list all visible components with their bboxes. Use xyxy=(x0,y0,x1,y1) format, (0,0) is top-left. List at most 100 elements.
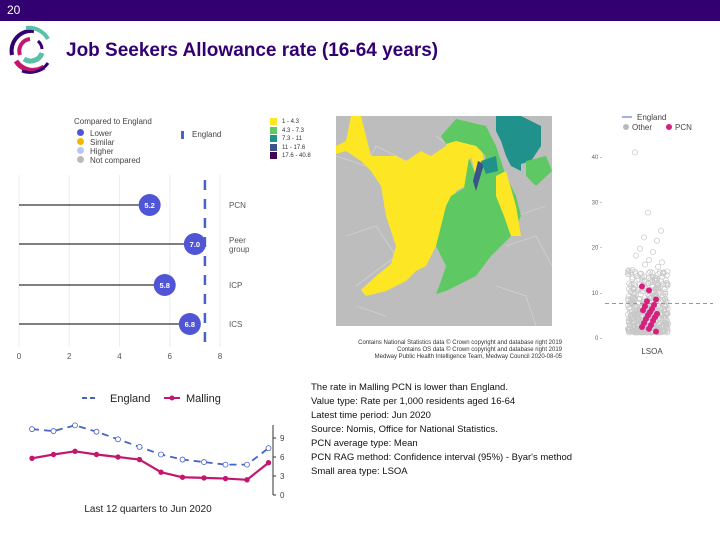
other-point xyxy=(632,149,638,156)
x-tick-label: 4 xyxy=(117,352,122,361)
series-point-malling xyxy=(50,451,57,458)
y-tick-label: 0 - xyxy=(595,336,602,342)
legend-england: England xyxy=(637,113,666,122)
chart-title: Last 12 quarters to Jun 2020 xyxy=(84,504,212,515)
series-point-malling xyxy=(136,456,143,463)
series-point-england xyxy=(115,436,121,443)
map-legend-item: 17.6 - 40.8 xyxy=(270,152,311,161)
map-legend: 1 - 4.3 4.3 - 7.3 7.3 - 11 11 - 17.6 17.6 - … xyxy=(270,118,311,161)
series-point-malling xyxy=(201,475,207,481)
series-point-england xyxy=(265,445,272,452)
series-point-malling xyxy=(179,474,186,480)
legend-label: England xyxy=(192,130,222,139)
credit-line: Medway Public Health Intelligence Team, … xyxy=(374,354,562,360)
legend-item-england: England xyxy=(181,130,221,139)
y-tick-label: 6 xyxy=(280,453,285,462)
legend-pcn-symbol xyxy=(666,124,672,130)
category-label: ICS xyxy=(229,320,242,329)
legend-item-not-compared: Not compared xyxy=(77,156,140,165)
series-point-malling xyxy=(72,448,78,455)
info-average-type: PCN average type: Mean xyxy=(311,438,418,449)
series-point-england xyxy=(72,422,78,429)
pcn-point xyxy=(653,296,659,303)
map-legend-item: 7.3 - 11 xyxy=(270,135,311,144)
y-tick-label: 40 - xyxy=(592,155,602,161)
x-tick-label: 2 xyxy=(67,352,72,361)
x-tick-label: 8 xyxy=(218,352,223,361)
map-legend-item: 1 - 4.3 xyxy=(270,118,311,127)
legend-label: Lower xyxy=(90,129,112,138)
series-point-malling xyxy=(265,460,272,466)
page-title: Job Seekers Allowance rate (16-64 years) xyxy=(66,40,439,61)
pcn-point xyxy=(646,325,652,332)
info-value-type: Value type: Rate per 1,000 residents age… xyxy=(311,396,516,407)
map-credits: Contains National Statistics data © Crow… xyxy=(300,340,562,361)
map-legend-item: 11 - 17.6 xyxy=(270,143,311,153)
series-point-england xyxy=(222,461,229,468)
map-legend-label: 11 - 17.6 xyxy=(282,144,306,151)
category-label: Peer xyxy=(229,236,246,245)
map-legend-label: 17.6 - 40.8 xyxy=(282,153,311,160)
map-legend-label: 1 - 4.3 xyxy=(282,119,300,126)
pcn-point xyxy=(646,287,652,294)
value-label: 7.0 xyxy=(190,240,200,249)
y-tick-label: 3 xyxy=(280,472,285,481)
series-point-malling xyxy=(115,454,121,460)
other-point xyxy=(650,248,656,255)
other-point xyxy=(646,257,652,264)
lsoa-map xyxy=(336,116,552,326)
other-point xyxy=(654,237,660,244)
value-label: 5.2 xyxy=(144,201,154,210)
other-point xyxy=(655,263,661,270)
other-point xyxy=(658,227,664,234)
logo-icon xyxy=(9,25,50,74)
series-point-england xyxy=(158,451,164,458)
trend-line-chart: England Malling 0 3 6 9 Last 12 quarters to Ju… xyxy=(29,393,285,515)
info-time-period: Latest time period: Jun 2020 xyxy=(311,410,431,421)
series-point-england xyxy=(136,443,143,450)
y-tick-label: 10 - xyxy=(592,291,602,297)
y-tick-label: 20 - xyxy=(592,246,602,252)
map-legend-item: 4.3 - 7.3 xyxy=(270,126,311,136)
series-point-england xyxy=(29,426,35,433)
legend-pcn: PCN xyxy=(675,123,692,132)
legend-label: Similar xyxy=(90,138,115,147)
pcn-point xyxy=(639,283,645,290)
category-label: PCN xyxy=(229,201,246,210)
legend-other: Other xyxy=(632,123,652,132)
legend-england: England xyxy=(110,393,150,405)
info-text: The rate in Malling PCN is lower than En… xyxy=(311,381,572,479)
x-tick-label: 6 xyxy=(168,352,173,361)
info-source: Source: Nomis, Office for National Stati… xyxy=(311,424,498,435)
legend-label: Not compared xyxy=(90,156,141,165)
legend-other-symbol xyxy=(623,124,629,130)
map-legend-label: 7.3 - 11 xyxy=(282,136,302,143)
legend-item-lower: Lower xyxy=(77,129,140,138)
x-axis-label: LSOA xyxy=(641,347,663,356)
series-point-england xyxy=(201,459,207,465)
series-line-malling xyxy=(31,450,270,481)
pcn-point xyxy=(653,328,659,335)
rag-legend: Lower Similar Higher Not compared xyxy=(77,129,140,165)
credit-line: Contains OS data © Crown copyright and d… xyxy=(397,347,562,353)
series-point-malling xyxy=(93,451,100,458)
slide-number: 20 xyxy=(7,3,21,17)
category-label: group xyxy=(229,245,250,254)
series-point-malling xyxy=(29,455,35,461)
info-summary: The rate in Malling PCN is lower than En… xyxy=(311,382,508,393)
y-tick-label: 30 - xyxy=(592,200,602,206)
pcn-point xyxy=(640,307,646,314)
info-rag-method: PCN RAG method: Confidence interval (95%… xyxy=(311,452,573,463)
series-point-england xyxy=(179,456,186,463)
legend-item-higher: Higher xyxy=(77,147,140,156)
series-point-malling xyxy=(244,477,250,483)
other-point xyxy=(659,259,665,266)
x-tick-label: 0 xyxy=(17,352,22,361)
category-label: ICP xyxy=(229,281,242,290)
info-small-area-type: Small area type: LSOA xyxy=(311,466,408,477)
legend-label: Higher xyxy=(90,147,114,156)
legend-title: Compared to England xyxy=(74,117,152,126)
lsoa-scatter-chart: EnglandOther PCN 0 - 10 - 20 - 30 - 40 - LSOA xyxy=(592,113,713,356)
value-label: 5.8 xyxy=(160,281,170,290)
lollipop-chart: 0 2 4 6 8 5.2 PCN 7.0 Peergroup 5.8 ICP 6.8 ICS xyxy=(17,175,250,361)
